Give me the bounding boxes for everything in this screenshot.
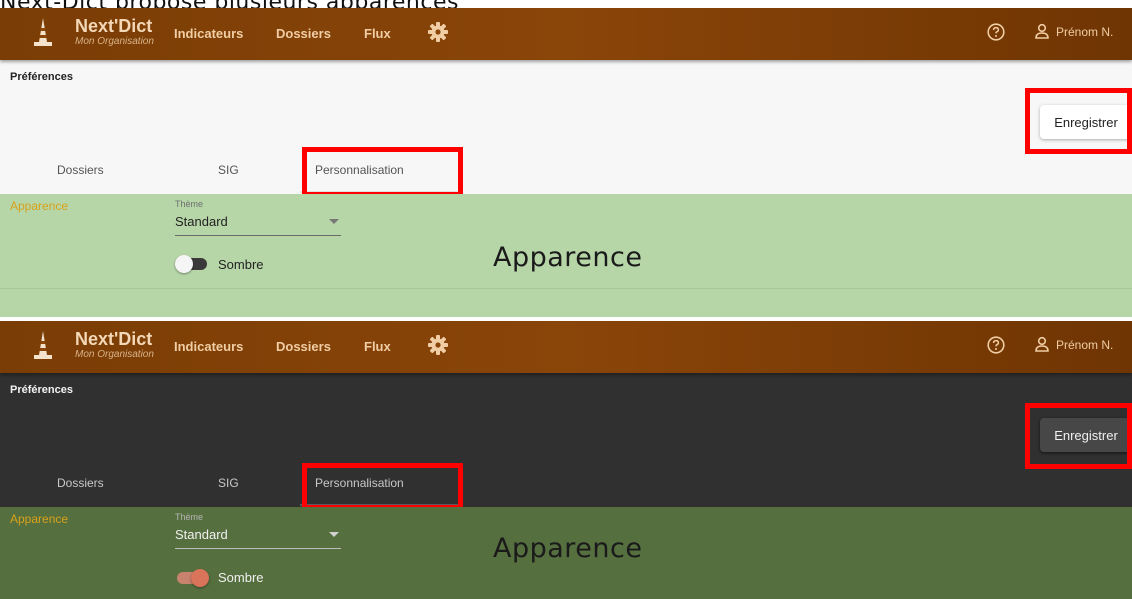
section-title: Apparence <box>10 512 69 526</box>
user-icon[interactable] <box>1034 336 1050 352</box>
cone-logo-icon[interactable] <box>32 16 54 48</box>
nav-dossiers[interactable]: Dossiers <box>276 26 331 41</box>
top-navbar: Next'Dict Mon Organisation Indicateurs D… <box>0 321 1132 373</box>
brand-name: Next'Dict <box>75 16 153 36</box>
top-navbar: Next'Dict Mon Organisation Indicateurs D… <box>0 8 1132 60</box>
cone-logo-icon[interactable] <box>32 329 54 361</box>
nav-flux[interactable]: Flux <box>364 339 391 354</box>
nav-indicateurs[interactable]: Indicateurs <box>174 26 243 41</box>
page-title: Préférences <box>10 384 73 396</box>
dark-mode-toggle[interactable] <box>175 568 211 588</box>
toggle-label: Sombre <box>218 570 264 585</box>
section-title: Apparence <box>10 199 69 213</box>
help-circle-icon[interactable] <box>987 336 1005 354</box>
highlight-box-save <box>1025 88 1132 154</box>
brand[interactable]: Next'Dict Mon Organisation <box>75 16 154 48</box>
theme-label: Thème <box>175 512 204 522</box>
toggle-label: Sombre <box>218 257 264 272</box>
chevron-down-icon <box>329 532 339 537</box>
user-name[interactable]: Prénom N. <box>1056 25 1113 39</box>
brand-org: Mon Organisation <box>75 36 154 47</box>
brand-name: Next'Dict <box>75 329 153 349</box>
overlay-label: Apparence <box>493 242 643 273</box>
select-underline <box>175 548 341 549</box>
nav-indicateurs[interactable]: Indicateurs <box>174 339 243 354</box>
toggle-knob <box>191 569 209 587</box>
theme-select[interactable]: Standard <box>175 211 341 236</box>
highlight-box-tab <box>302 463 463 510</box>
dark-mode-toggle[interactable] <box>175 254 211 274</box>
tab-sig[interactable]: SIG <box>218 163 239 177</box>
highlight-box-tab <box>302 147 463 197</box>
tab-dossiers[interactable]: Dossiers <box>57 476 104 490</box>
section-divider <box>0 288 1132 289</box>
theme-label: Thème <box>175 199 204 209</box>
user-name[interactable]: Prénom N. <box>1056 338 1113 352</box>
gear-icon[interactable] <box>428 335 448 355</box>
overlay-label: Apparence <box>493 533 643 564</box>
tab-dossiers[interactable]: Dossiers <box>57 163 104 177</box>
theme-select[interactable]: Standard <box>175 524 341 549</box>
brand-org: Mon Organisation <box>75 349 154 360</box>
light-theme-screenshot: Next'Dict Mon Organisation Indicateurs D… <box>0 8 1132 317</box>
help-circle-icon[interactable] <box>987 23 1005 41</box>
page-title: Préférences <box>10 71 73 83</box>
user-icon[interactable] <box>1034 23 1050 39</box>
theme-select-value: Standard <box>175 527 228 542</box>
brand[interactable]: Next'Dict Mon Organisation <box>75 329 154 361</box>
select-underline <box>175 235 341 236</box>
theme-select-value: Standard <box>175 214 228 229</box>
chevron-down-icon <box>329 219 339 224</box>
dark-theme-screenshot: Next'Dict Mon Organisation Indicateurs D… <box>0 321 1132 599</box>
nav-flux[interactable]: Flux <box>364 26 391 41</box>
toggle-knob <box>175 255 193 273</box>
tab-sig[interactable]: SIG <box>218 476 239 490</box>
highlight-box-save <box>1025 403 1132 469</box>
apparence-section: Apparence Thème Standard Sombre Apparenc… <box>0 507 1132 599</box>
apparence-section: Apparence Thème Standard Sombre Apparenc… <box>0 194 1132 317</box>
gear-icon[interactable] <box>428 22 448 42</box>
nav-dossiers[interactable]: Dossiers <box>276 339 331 354</box>
